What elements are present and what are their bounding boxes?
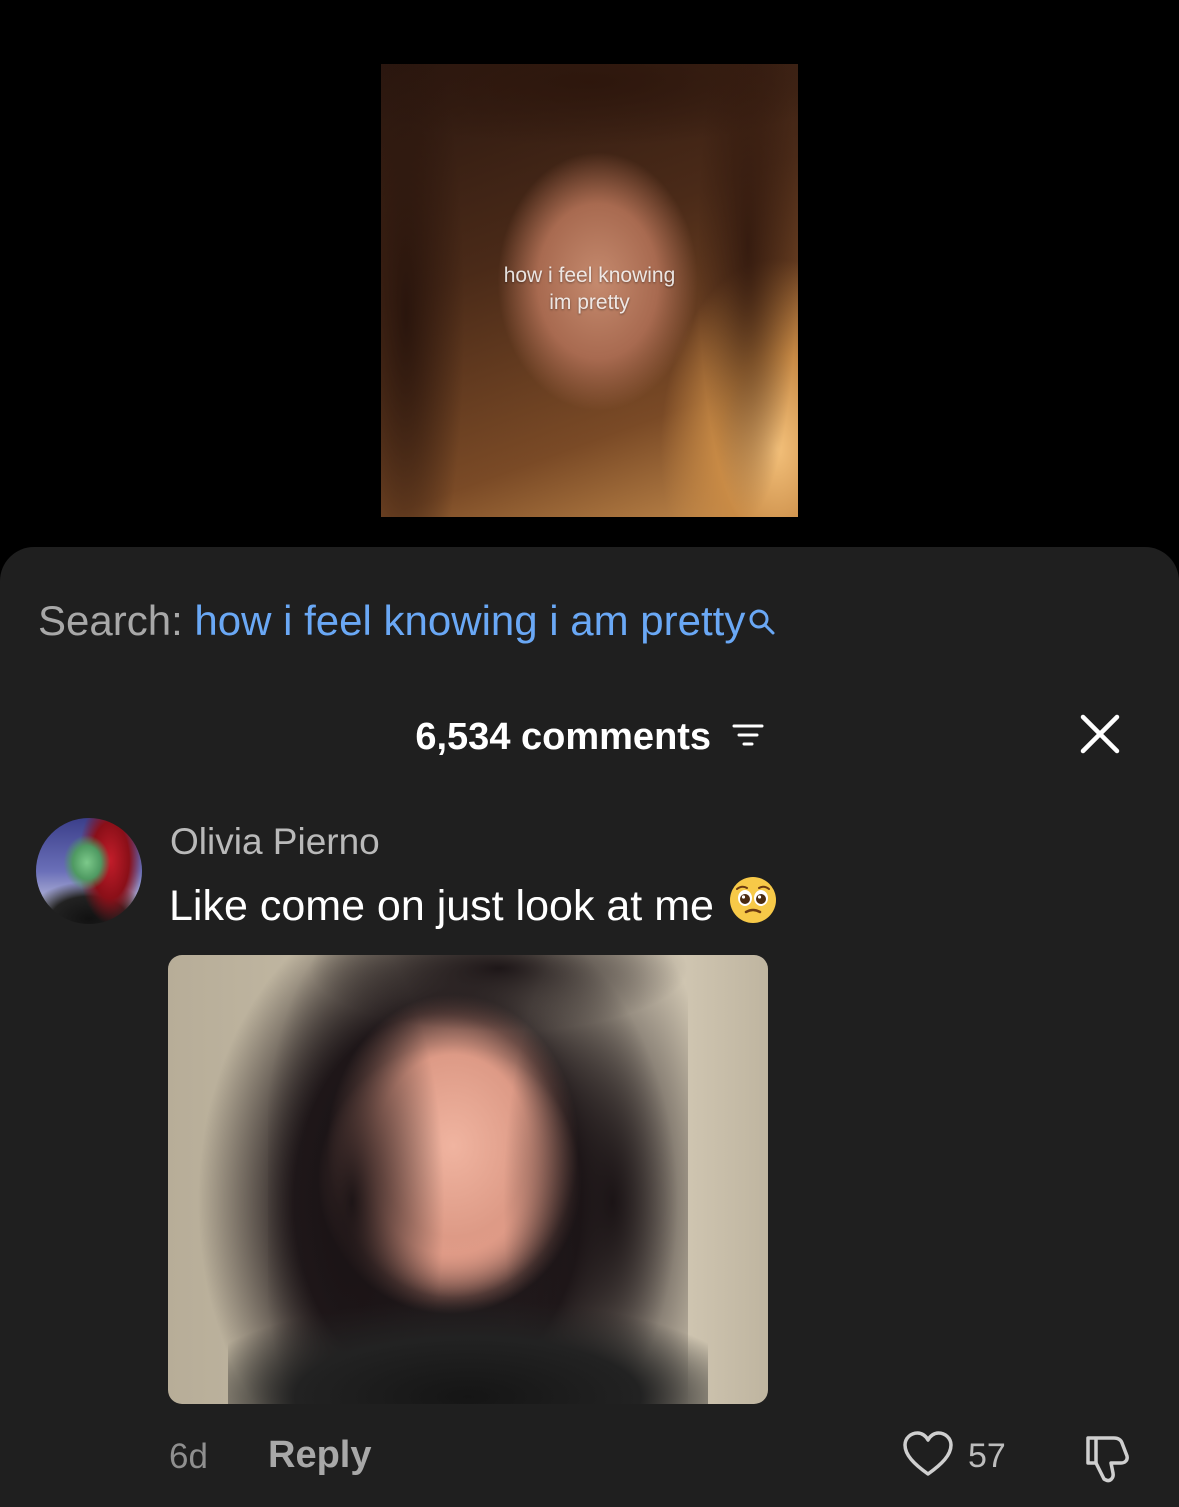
like-button[interactable]: 57 [902,1428,1006,1484]
comment-text-body: Like come on just look at me [169,882,714,930]
comment-text: Like come on just look at me [169,876,778,937]
search-label: Search: [38,597,183,644]
comments-count: 6,534 comments [415,715,712,758]
pleading-face-icon [728,875,778,937]
thumbs-down-icon [1080,1436,1136,1490]
video-caption: how i feel knowing im pretty [381,262,798,316]
comment-author[interactable]: Olivia Pierno [170,820,380,864]
comments-header: 6,534 comments [0,712,1179,760]
heart-icon [902,1430,954,1483]
search-query-link[interactable]: how i feel knowing i am pretty [194,597,745,644]
close-icon [1079,713,1121,760]
filter-icon[interactable] [732,714,764,760]
like-count: 57 [968,1436,1006,1475]
comment-timestamp: 6d [169,1437,208,1476]
search-icon [747,598,777,648]
photo-shirt [228,1285,708,1404]
video-caption-line1: how i feel knowing [503,264,676,287]
video-thumbnail[interactable]: how i feel knowing im pretty [381,64,798,517]
video-caption-line2: im pretty [549,291,630,314]
close-button[interactable] [1074,710,1126,762]
comment-attached-photo[interactable] [168,955,768,1404]
dislike-button[interactable] [1080,1430,1136,1486]
reply-button[interactable]: Reply [268,1432,371,1478]
search-suggestion[interactable]: Search: how i feel knowing i am pretty [38,596,777,648]
avatar[interactable] [36,818,142,924]
